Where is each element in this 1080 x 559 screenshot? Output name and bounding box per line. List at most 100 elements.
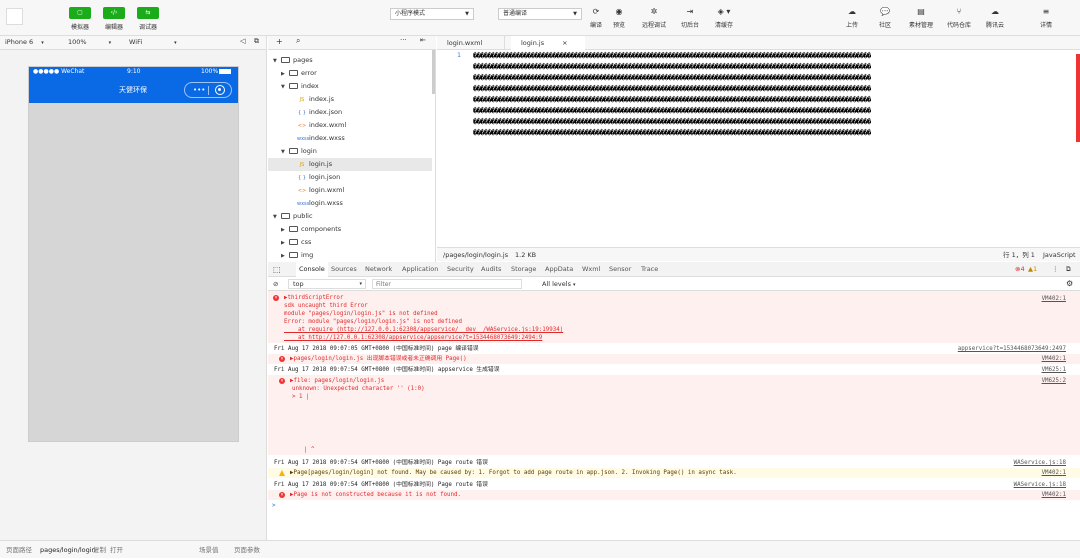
warning-count-badge[interactable]: ▲1	[1028, 262, 1037, 277]
editor-toggle-button[interactable]: ‹/›	[103, 7, 125, 19]
code-repo-button[interactable]: ⑂ 代码仓库	[941, 6, 977, 29]
clear-cache-button[interactable]: ◈ ▾ 清缓存	[706, 6, 742, 29]
tab-appdata[interactable]: AppData	[545, 262, 573, 277]
tree-folder-login[interactable]: ▼ login	[268, 145, 432, 158]
inspect-icon[interactable]: ⬚	[273, 262, 281, 277]
background-button[interactable]: ⇥ 切后台	[672, 6, 708, 29]
simulator-toggle-button[interactable]: ▢	[69, 7, 91, 19]
volume-icon[interactable]: ◁	[240, 37, 245, 45]
tree-folder-error[interactable]: ▶ error	[268, 67, 432, 80]
console-filter-input[interactable]	[372, 279, 522, 289]
code-line[interactable]: ����������������������������������������…	[473, 62, 1073, 72]
tree-file[interactable]: JS login.js	[268, 158, 432, 171]
tab-sources[interactable]: Sources	[331, 262, 357, 277]
tree-file[interactable]: { } login.json	[268, 171, 432, 184]
tab-login-wxml[interactable]: login.wxml	[437, 36, 505, 50]
console-group-header[interactable]: Fri Aug 17 2018 09:07:54 GMT+0800 (中国标准时…	[268, 480, 1080, 490]
open-link[interactable]: 打开	[110, 541, 123, 559]
tencent-cloud-button[interactable]: ☁ 腾讯云	[977, 6, 1013, 29]
source-link[interactable]: VM402:1	[1042, 355, 1066, 363]
tree-folder-public[interactable]: ▼ public	[268, 210, 432, 223]
tree-file[interactable]: <> index.wxml	[268, 119, 432, 132]
tree-file[interactable]: { } index.json	[268, 106, 432, 119]
community-button[interactable]: 💬 社区	[867, 6, 903, 29]
preview-button[interactable]: ◉ 预览	[601, 6, 637, 29]
tab-login-js[interactable]: login.js ×	[511, 36, 585, 50]
tree-scrollbar[interactable]	[432, 50, 435, 94]
console-output[interactable]: × ▶thirdScriptError sdk uncaught third E…	[268, 291, 1080, 540]
code-line[interactable]: ����������������������������������������…	[473, 106, 1073, 116]
source-link[interactable]: WAService.js:18	[1014, 481, 1066, 489]
remote-debug-button[interactable]: ✲ 远程调试	[636, 6, 672, 29]
avatar[interactable]	[6, 8, 23, 25]
code-line[interactable]: ����������������������������������������…	[473, 73, 1073, 83]
network-select[interactable]: WiFi ▾	[129, 38, 177, 46]
code-line[interactable]: ����������������������������������������…	[473, 95, 1073, 105]
dock-icon[interactable]: ⧉	[1066, 262, 1071, 277]
source-link[interactable]: appservice?t=1534468073649:2497	[958, 345, 1066, 353]
collapse-icon[interactable]: ⇤	[420, 36, 426, 44]
tab-wxml[interactable]: Wxml	[582, 262, 600, 277]
source-link[interactable]: VM625:2	[1042, 377, 1066, 385]
assets-button[interactable]: ▤ 素材管理	[903, 6, 939, 29]
tree-file[interactable]: wxssindex.wxss	[268, 132, 432, 145]
more-icon[interactable]: •••	[193, 86, 205, 94]
tab-network[interactable]: Network	[365, 262, 392, 277]
context-select[interactable]: top ▾	[288, 279, 366, 289]
page-params-button[interactable]: 页面参数	[234, 541, 260, 559]
capsule-menu[interactable]: •••	[184, 82, 232, 98]
tree-file[interactable]: <> login.wxml	[268, 184, 432, 197]
source-link[interactable]: WAService.js:18	[1014, 459, 1066, 467]
console-group-header[interactable]: Fri Aug 17 2018 09:07:54 GMT+0800 (中国标准时…	[268, 458, 1080, 468]
close-icon[interactable]: ×	[562, 39, 567, 47]
code-line[interactable]: ����������������������������������������…	[473, 51, 1073, 61]
add-icon[interactable]: +	[276, 37, 283, 46]
kebab-menu-icon[interactable]: ⋮	[1052, 262, 1059, 277]
details-button[interactable]: ≡ 详情	[1028, 6, 1064, 29]
compile-mode-select[interactable]: 普通编译 ▼	[498, 8, 582, 20]
gear-icon[interactable]: ⚙	[1066, 277, 1073, 291]
console-group-header[interactable]: Fri Aug 17 2018 09:07:05 GMT+0800 (中国标准时…	[268, 344, 1080, 354]
source-link[interactable]: VM402:1	[1042, 469, 1066, 477]
code-line[interactable]: ����������������������������������������…	[473, 84, 1073, 94]
tree-file[interactable]: JS index.js	[268, 93, 432, 106]
tree-folder-components[interactable]: ▶ components	[268, 223, 432, 236]
tab-trace[interactable]: Trace	[641, 262, 658, 277]
zoom-select[interactable]: 100% ▾	[68, 38, 111, 46]
log-levels-select[interactable]: All levels ▾	[542, 277, 576, 292]
upload-button[interactable]: ☁ 上传	[834, 6, 870, 29]
code-editor[interactable]: 1 ��������������������������������������…	[437, 50, 1080, 247]
detach-icon[interactable]: ⧉	[254, 37, 259, 46]
tree-file[interactable]: wxsslogin.wxss	[268, 197, 432, 210]
console-prompt[interactable]: >	[268, 501, 1080, 511]
device-select[interactable]: iPhone 6 ▾	[5, 38, 44, 46]
search-icon[interactable]: ⌕	[296, 36, 300, 46]
more-icon[interactable]: ···	[400, 36, 407, 44]
mode-select[interactable]: 小程序模式 ▼	[390, 8, 474, 20]
tab-sensor[interactable]: Sensor	[609, 262, 631, 277]
tab-audits[interactable]: Audits	[481, 262, 501, 277]
code-line[interactable]: ����������������������������������������…	[473, 128, 1073, 138]
source-link[interactable]: VM402:1	[1042, 295, 1066, 303]
debugger-toggle-button[interactable]: ⇆	[137, 7, 159, 19]
language-mode[interactable]: JavaScript	[1043, 248, 1076, 262]
tree-folder-pages[interactable]: ▼ pages	[268, 54, 432, 67]
caret-right-icon[interactable]: ▶	[281, 250, 289, 262]
code-line[interactable]: ����������������������������������������…	[473, 117, 1073, 127]
scene-button[interactable]: 场景值	[199, 541, 219, 559]
clear-console-icon[interactable]: ⊘	[273, 277, 278, 291]
source-link[interactable]: VM625:1	[1042, 366, 1066, 374]
tree-folder-img[interactable]: ▶ img	[268, 249, 432, 262]
tab-security[interactable]: Security	[447, 262, 474, 277]
source-link[interactable]: VM402:1	[1042, 491, 1066, 499]
phone-screen[interactable]: ●●●●● WeChat 9:10 100% 天健环保 •••	[28, 66, 239, 442]
copy-link[interactable]: 复制	[93, 541, 106, 559]
error-count-badge[interactable]: ⊗4	[1015, 262, 1025, 277]
console-group-header[interactable]: Fri Aug 17 2018 09:07:54 GMT+0800 (中国标准时…	[268, 365, 1080, 375]
tree-folder-css[interactable]: ▶ css	[268, 236, 432, 249]
tab-application[interactable]: Application	[402, 262, 438, 277]
tree-folder-index[interactable]: ▼ index	[268, 80, 432, 93]
tab-storage[interactable]: Storage	[511, 262, 536, 277]
close-icon[interactable]	[215, 85, 225, 95]
warning-icon	[279, 470, 285, 476]
